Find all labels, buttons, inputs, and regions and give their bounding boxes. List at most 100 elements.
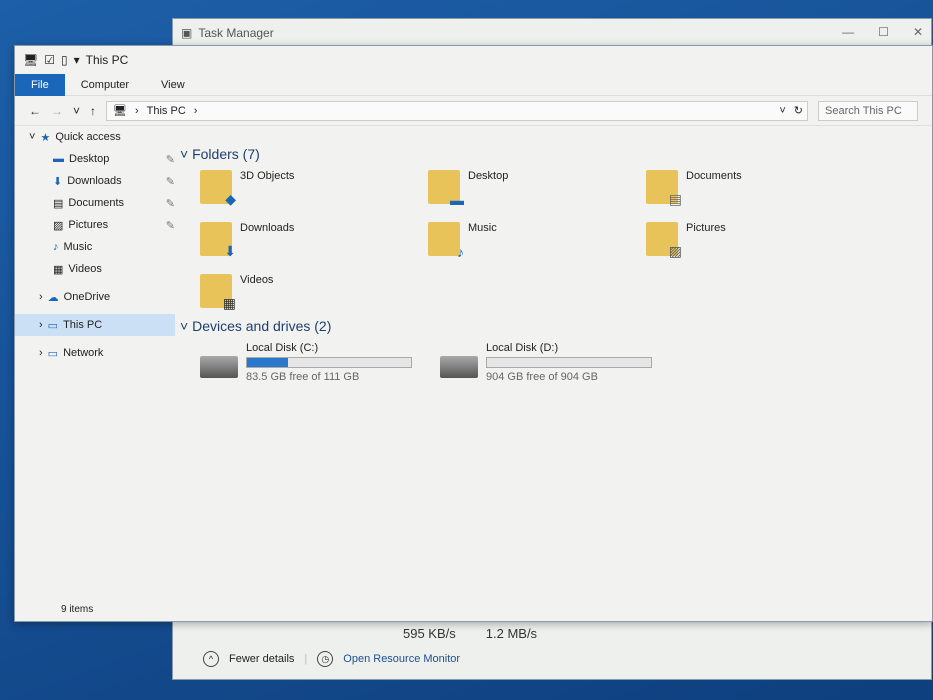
maximize-button[interactable]: ☐	[878, 25, 889, 39]
nav-label: Desktop	[69, 153, 110, 165]
task-manager-icon: ▣	[181, 26, 193, 40]
group-title: Devices and drives (2)	[192, 318, 332, 334]
windows-drive-icon	[200, 356, 238, 378]
forward-icon[interactable]: →	[51, 104, 63, 118]
folder-documents[interactable]: ▤ Documents	[646, 170, 846, 212]
pin-icon: ✎	[165, 219, 175, 232]
refresh-icon[interactable]: ↻	[794, 104, 807, 117]
desktop-icon: ▬	[53, 153, 64, 165]
drive-usage-bar	[486, 357, 652, 368]
folder-music[interactable]: ♪ Music	[428, 222, 646, 264]
task-manager-titlebar[interactable]: ▣ Task Manager	[173, 19, 931, 47]
drive-free-space: 83.5 GB free of 111 GB	[246, 371, 360, 383]
chevron-down-icon: ˅	[29, 131, 36, 143]
documents-folder-icon: ▤	[646, 170, 682, 207]
folder-label: Desktop	[468, 170, 509, 182]
tab-view[interactable]: View	[145, 79, 201, 91]
nav-label: OneDrive	[63, 291, 111, 303]
folder-label: Pictures	[686, 222, 726, 234]
speed-value: 1.2 MB/s	[485, 626, 538, 641]
group-title: Folders (7)	[192, 146, 260, 162]
drive-c[interactable]: Local Disk (C:) 83.5 GB free of 111 GB	[200, 342, 420, 383]
chevron-up-icon[interactable]: ^	[203, 651, 219, 667]
nav-label: This PC	[63, 319, 103, 331]
computer-icon: 🖥	[113, 105, 127, 117]
fewer-details-button[interactable]: Fewer details	[229, 653, 294, 665]
folder-label: Videos	[240, 274, 274, 286]
nav-desktop[interactable]: ▬ Desktop ✎	[15, 148, 175, 170]
up-icon[interactable]: ↑	[90, 104, 96, 118]
nav-label: Music	[63, 241, 93, 253]
status-bar-item-count: 9 items	[61, 604, 94, 615]
drive-d[interactable]: Local Disk (D:) 904 GB free of 904 GB	[440, 342, 660, 383]
nav-onedrive[interactable]: › ☁ OneDrive	[15, 286, 175, 308]
nav-label: Pictures	[68, 219, 109, 231]
folders-group-header[interactable]: ˅ Folders (7)	[180, 146, 932, 162]
pictures-folder-icon: ▨	[646, 222, 682, 259]
folder-downloads[interactable]: ⬇ Downloads	[200, 222, 428, 264]
chevron-right-icon[interactable]: ›	[39, 319, 43, 331]
nav-this-pc[interactable]: › ▭ This PC	[15, 314, 175, 336]
folder-label: Music	[468, 222, 497, 234]
chevron-right-icon[interactable]: ›	[39, 347, 43, 359]
documents-icon: ▤	[53, 197, 64, 210]
nav-downloads[interactable]: ⬇ Downloads ✎	[15, 170, 175, 192]
open-resource-monitor-link[interactable]: Open Resource Monitor	[343, 653, 460, 665]
close-button[interactable]: ✕	[913, 25, 923, 39]
music-icon: ♪	[53, 241, 59, 253]
folder-desktop[interactable]: ▬ Desktop	[428, 170, 646, 212]
drive-usage-bar	[246, 357, 412, 368]
minimize-button[interactable]: —	[842, 25, 854, 39]
folder-videos[interactable]: ▦ Videos	[200, 274, 428, 316]
folder-pictures[interactable]: ▨ Pictures	[646, 222, 846, 264]
nav-label: Quick access	[55, 131, 121, 143]
content-pane: ˅ Folders (7) ◆ 3D Objects ▬ Desktop ▤ Docu…	[180, 142, 932, 383]
drive-name: Local Disk (D:)	[486, 342, 559, 354]
chevron-right-icon[interactable]: ›	[39, 291, 43, 303]
videos-icon: ▦	[53, 263, 64, 276]
folder-label: Downloads	[240, 222, 295, 234]
window-title: This PC	[85, 53, 129, 67]
downloads-folder-icon: ⬇	[200, 222, 236, 259]
videos-folder-icon: ▦	[200, 274, 236, 311]
pictures-icon: ▨	[53, 219, 64, 232]
nav-label: Downloads	[67, 175, 122, 187]
computer-icon: ▭	[47, 319, 59, 332]
drive-icon	[440, 356, 478, 378]
new-folder-icon[interactable]: ▯	[61, 53, 68, 67]
speed-value: 595 KB/s	[403, 626, 456, 641]
nav-label: Documents	[68, 197, 125, 209]
nav-pictures[interactable]: ▨ Pictures ✎	[15, 214, 175, 236]
star-icon: ★	[40, 131, 51, 144]
folder-label: 3D Objects	[240, 170, 295, 182]
search-input[interactable]: Search This PC	[818, 100, 918, 121]
address-this-pc[interactable]: This PC	[147, 105, 186, 117]
properties-icon[interactable]: ☑	[44, 53, 55, 67]
nav-label: Network	[63, 347, 104, 359]
dropdown-icon[interactable]: ˅	[779, 105, 785, 117]
pin-icon: ✎	[165, 153, 175, 166]
folder-3d-objects[interactable]: ◆ 3D Objects	[200, 170, 428, 212]
recent-locations-icon[interactable]: ˅	[73, 104, 80, 118]
title-bar: 🖥 ☑ ▯ ▾ This PC	[15, 46, 932, 74]
tab-file[interactable]: File	[15, 73, 65, 96]
customize-qat-icon[interactable]: ▾	[74, 53, 80, 67]
3d-objects-folder-icon: ◆	[200, 170, 236, 207]
network-icon: ▭	[47, 347, 59, 360]
nav-music[interactable]: ♪ Music	[15, 236, 175, 258]
nav-network[interactable]: › ▭ Network	[15, 342, 175, 364]
folder-label: Documents	[686, 170, 742, 182]
drives-group-header[interactable]: ˅ Devices and drives (2)	[180, 318, 932, 334]
nav-label: Videos	[68, 263, 102, 275]
navigation-pane: ˅ ★ Quick access ▬ Desktop ✎ ⬇ Downloads ✎ ▤ Do…	[15, 126, 175, 601]
tab-computer[interactable]: Computer	[65, 79, 145, 91]
drive-free-space: 904 GB free of 904 GB	[486, 371, 598, 383]
nav-documents[interactable]: ▤ Documents ✎	[15, 192, 175, 214]
nav-quick-access[interactable]: ˅ ★ Quick access	[15, 126, 175, 148]
address-bar[interactable]: 🖥 › This PC › ˅ ↻	[106, 100, 808, 121]
pin-icon: ✎	[165, 197, 175, 210]
cloud-icon: ☁	[47, 291, 59, 304]
nav-videos[interactable]: ▦ Videos	[15, 258, 175, 280]
back-icon[interactable]: ←	[29, 104, 41, 118]
drive-name: Local Disk (C:)	[246, 342, 319, 354]
